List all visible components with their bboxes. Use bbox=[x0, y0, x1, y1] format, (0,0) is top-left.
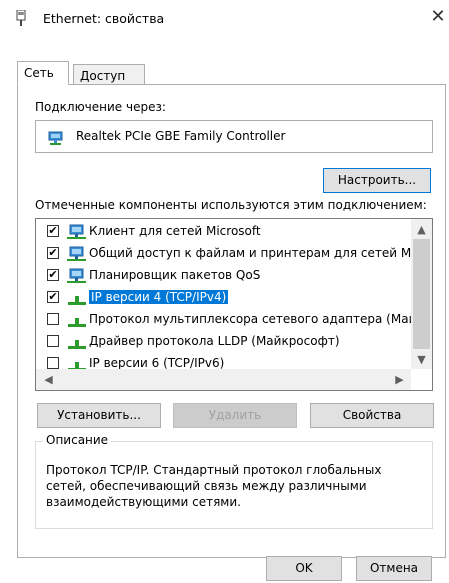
description-text: Протокол TCP/IP. Стандартный протокол гл… bbox=[46, 463, 382, 509]
network-client-icon bbox=[67, 268, 86, 283]
tab-sharing[interactable]: Доступ bbox=[73, 64, 145, 85]
scroll-down-icon[interactable]: ▼ bbox=[413, 353, 430, 366]
network-client-icon bbox=[67, 246, 86, 261]
cancel-button[interactable]: Отмена bbox=[356, 556, 432, 581]
component-label: Планировщик пакетов QoS bbox=[89, 268, 261, 282]
scrollbar-thumb[interactable] bbox=[413, 239, 430, 349]
adapter-field: Realtek PCIe GBE Family Controller bbox=[35, 120, 433, 153]
protocol-icon bbox=[68, 296, 86, 305]
properties-button[interactable]: Свойства bbox=[310, 403, 434, 428]
close-icon: ✕ bbox=[430, 6, 446, 27]
title-bar[interactable]: Ethernet: свойства ✕ bbox=[0, 0, 449, 36]
component-checkbox[interactable]: ✔ bbox=[47, 225, 59, 237]
ok-button[interactable]: OK bbox=[266, 556, 342, 581]
component-label: Общий доступ к файлам и принтерам для се… bbox=[89, 246, 415, 260]
component-label: Протокол мультиплексора сетевого адаптер… bbox=[89, 312, 417, 326]
window-title: Ethernet: свойства bbox=[43, 11, 165, 26]
component-checkbox[interactable]: ✔ bbox=[47, 247, 59, 259]
install-button[interactable]: Установить... bbox=[37, 403, 161, 428]
protocol-icon bbox=[68, 340, 86, 349]
adapter-name: Realtek PCIe GBE Family Controller bbox=[76, 129, 286, 143]
component-checkbox[interactable]: ✔ bbox=[47, 269, 59, 281]
properties-dialog: Ethernet: свойства ✕ Сеть Доступ Подключ… bbox=[0, 0, 449, 583]
component-checkbox[interactable] bbox=[47, 335, 59, 347]
list-item[interactable]: Драйвер протокола LLDP (Майкрософт) bbox=[36, 331, 411, 353]
configure-button[interactable]: Настроить... bbox=[323, 168, 431, 193]
close-button[interactable]: ✕ bbox=[428, 5, 448, 29]
component-label: Драйвер протокола LLDP (Майкрософт) bbox=[89, 334, 340, 348]
component-checkbox[interactable]: ✔ bbox=[47, 291, 59, 303]
list-item[interactable]: ✔ Клиент для сетей Microsoft bbox=[36, 221, 411, 243]
network-client-icon bbox=[67, 224, 86, 239]
scroll-left-icon[interactable]: ◀ bbox=[40, 373, 57, 386]
components-list[interactable]: ✔ Клиент для сетей Microsoft ✔ Общий дос… bbox=[35, 218, 433, 391]
network-adapter-icon bbox=[48, 131, 63, 145]
component-label: IP версии 4 (TCP/IPv4) bbox=[89, 290, 229, 304]
component-label: Клиент для сетей Microsoft bbox=[89, 224, 261, 238]
component-checkbox[interactable] bbox=[47, 357, 59, 369]
scroll-right-icon[interactable]: ▶ bbox=[391, 373, 408, 386]
list-item[interactable]: Протокол мультиплексора сетевого адаптер… bbox=[36, 309, 416, 331]
horizontal-scrollbar[interactable]: ◀ ▶ bbox=[36, 369, 411, 390]
tab-network[interactable]: Сеть bbox=[17, 61, 69, 85]
description-legend: Описание bbox=[43, 433, 112, 447]
ethernet-icon bbox=[16, 10, 26, 26]
protocol-icon bbox=[68, 318, 86, 327]
scroll-up-icon[interactable]: ▲ bbox=[413, 223, 430, 236]
list-item[interactable]: ✔ Общий доступ к файлам и принтерам для … bbox=[36, 243, 415, 265]
components-label: Отмеченные компоненты используются этим … bbox=[35, 198, 427, 212]
remove-button[interactable]: Удалить bbox=[173, 403, 297, 428]
vertical-scrollbar[interactable]: ▲ ▼ bbox=[411, 219, 432, 369]
list-item[interactable]: ✔ Планировщик пакетов QoS bbox=[36, 265, 411, 287]
connect-via-label: Подключение через: bbox=[35, 100, 166, 114]
component-checkbox[interactable] bbox=[47, 313, 59, 325]
list-item[interactable]: ✔ IP версии 4 (TCP/IPv4) bbox=[36, 287, 411, 309]
component-label: IP версии 6 (TCP/IPv6) bbox=[89, 356, 225, 370]
